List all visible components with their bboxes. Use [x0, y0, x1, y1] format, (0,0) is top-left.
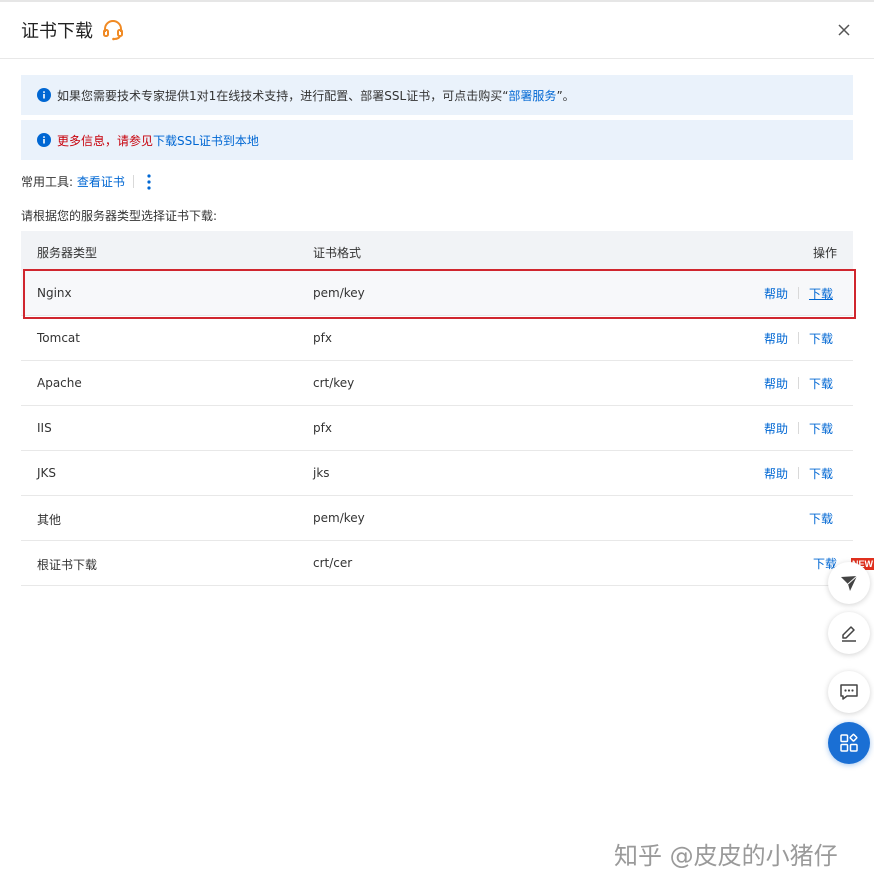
row-actions: 帮助 下载	[764, 330, 833, 347]
help-link[interactable]: 帮助	[764, 287, 788, 301]
download-link[interactable]: 下载	[809, 512, 833, 526]
row-actions: 帮助 下载	[764, 375, 833, 392]
table-row: IIS pfx 帮助 下载	[21, 406, 853, 451]
cert-format: pfx	[313, 421, 332, 435]
cert-format: crt/cer	[313, 556, 353, 570]
cert-format: crt/key	[313, 376, 355, 390]
row-actions: 下载	[809, 510, 833, 527]
tools-separator	[133, 175, 134, 188]
table-header: 服务器类型 证书格式 操作	[21, 231, 853, 271]
floating-edit-button[interactable]	[828, 612, 870, 654]
view-certificate-link[interactable]: 查看证书	[77, 175, 125, 189]
help-link[interactable]: 帮助	[764, 467, 788, 481]
help-link[interactable]: 帮助	[764, 332, 788, 346]
download-link[interactable]: 下载	[809, 422, 833, 436]
cert-format: jks	[313, 466, 330, 480]
download-link[interactable]: 下载	[809, 332, 833, 346]
paper-plane-icon	[841, 575, 858, 591]
notice-deploy-service: 如果您需要技术专家提供1对1在线技术支持，进行配置、部署SSL证书，可点击购买“…	[21, 75, 853, 115]
edit-icon	[842, 626, 856, 642]
cert-format: pem/key	[313, 286, 365, 300]
dialog-header: 证书下载	[0, 2, 874, 59]
table-row: JKS jks 帮助 下载	[21, 451, 853, 496]
kebab-icon[interactable]	[141, 173, 157, 191]
close-icon[interactable]	[836, 22, 852, 38]
notice-text: 如果您需要技术专家提供1对1在线技术支持，进行配置、部署SSL证书，可点击购买“…	[57, 87, 575, 104]
info-icon	[37, 133, 51, 147]
help-link[interactable]: 帮助	[764, 377, 788, 391]
instruction-text: 请根据您的服务器类型选择证书下载:	[21, 209, 218, 223]
watermark-text: 知乎 @皮皮的小猪仔	[614, 842, 838, 870]
header-cert-format: 证书格式	[313, 246, 362, 260]
certificate-table: 服务器类型 证书格式 操作 Nginx pem/key 帮助 下载 Tomcat …	[21, 231, 853, 586]
server-type: 其他	[37, 513, 62, 527]
help-link[interactable]: 帮助	[764, 422, 788, 436]
download-ssl-doc-link[interactable]: 下载SSL证书到本地	[153, 134, 259, 148]
header-server-type: 服务器类型	[37, 246, 98, 260]
common-tools: 常用工具: 查看证书	[21, 173, 134, 190]
table-row: Nginx pem/key 帮助 下载	[21, 271, 853, 316]
tools-label: 常用工具:	[21, 175, 74, 189]
download-link[interactable]: 下载	[809, 377, 833, 391]
row-actions: 帮助 下载	[764, 420, 833, 437]
table-row: Tomcat pfx 帮助 下载	[21, 316, 853, 361]
download-link[interactable]: 下载	[809, 287, 833, 301]
table-row: Apache crt/key 帮助 下载	[21, 361, 853, 406]
notice-more-info: 更多信息，请参见下载SSL证书到本地	[21, 120, 853, 160]
floating-send-button[interactable]	[828, 562, 870, 604]
headset-icon[interactable]	[101, 18, 125, 42]
action-divider	[797, 377, 799, 389]
floating-apps-button[interactable]	[828, 722, 870, 764]
table-row: 根证书下载 crt/cer 下载	[21, 541, 853, 586]
cert-format: pfx	[313, 331, 332, 345]
notice-text: 更多信息，请参见下载SSL证书到本地	[57, 132, 259, 149]
table-row: 其他 pem/key 下载	[21, 496, 853, 541]
dialog-title: 证书下载	[21, 21, 93, 42]
notice-body: 如果您需要技术专家提供1对1在线技术支持，进行配置、部署SSL证书，可点击购买“	[57, 89, 509, 103]
row-actions: 帮助 下载	[764, 465, 833, 482]
chat-icon	[840, 684, 858, 700]
server-type: JKS	[37, 466, 57, 480]
server-type: Tomcat	[37, 331, 80, 345]
server-type: Apache	[37, 376, 82, 390]
server-type: Nginx	[37, 286, 72, 300]
notice-suffix: ”。	[556, 89, 575, 103]
floating-chat-button[interactable]	[828, 671, 870, 713]
action-divider	[797, 332, 799, 344]
notice-body: 更多信息，请参见	[57, 134, 154, 148]
header-actions: 操作	[812, 246, 837, 260]
row-actions: 帮助 下载	[764, 285, 833, 302]
action-divider	[797, 287, 799, 299]
server-type: IIS	[37, 421, 52, 435]
action-divider	[797, 422, 799, 434]
apps-icon	[840, 733, 858, 752]
download-link[interactable]: 下载	[809, 467, 833, 481]
server-type: 根证书下载	[37, 558, 98, 572]
action-divider	[797, 467, 799, 479]
deploy-service-link[interactable]: 部署服务	[508, 89, 556, 103]
cert-format: pem/key	[313, 511, 365, 525]
info-icon	[37, 88, 51, 102]
